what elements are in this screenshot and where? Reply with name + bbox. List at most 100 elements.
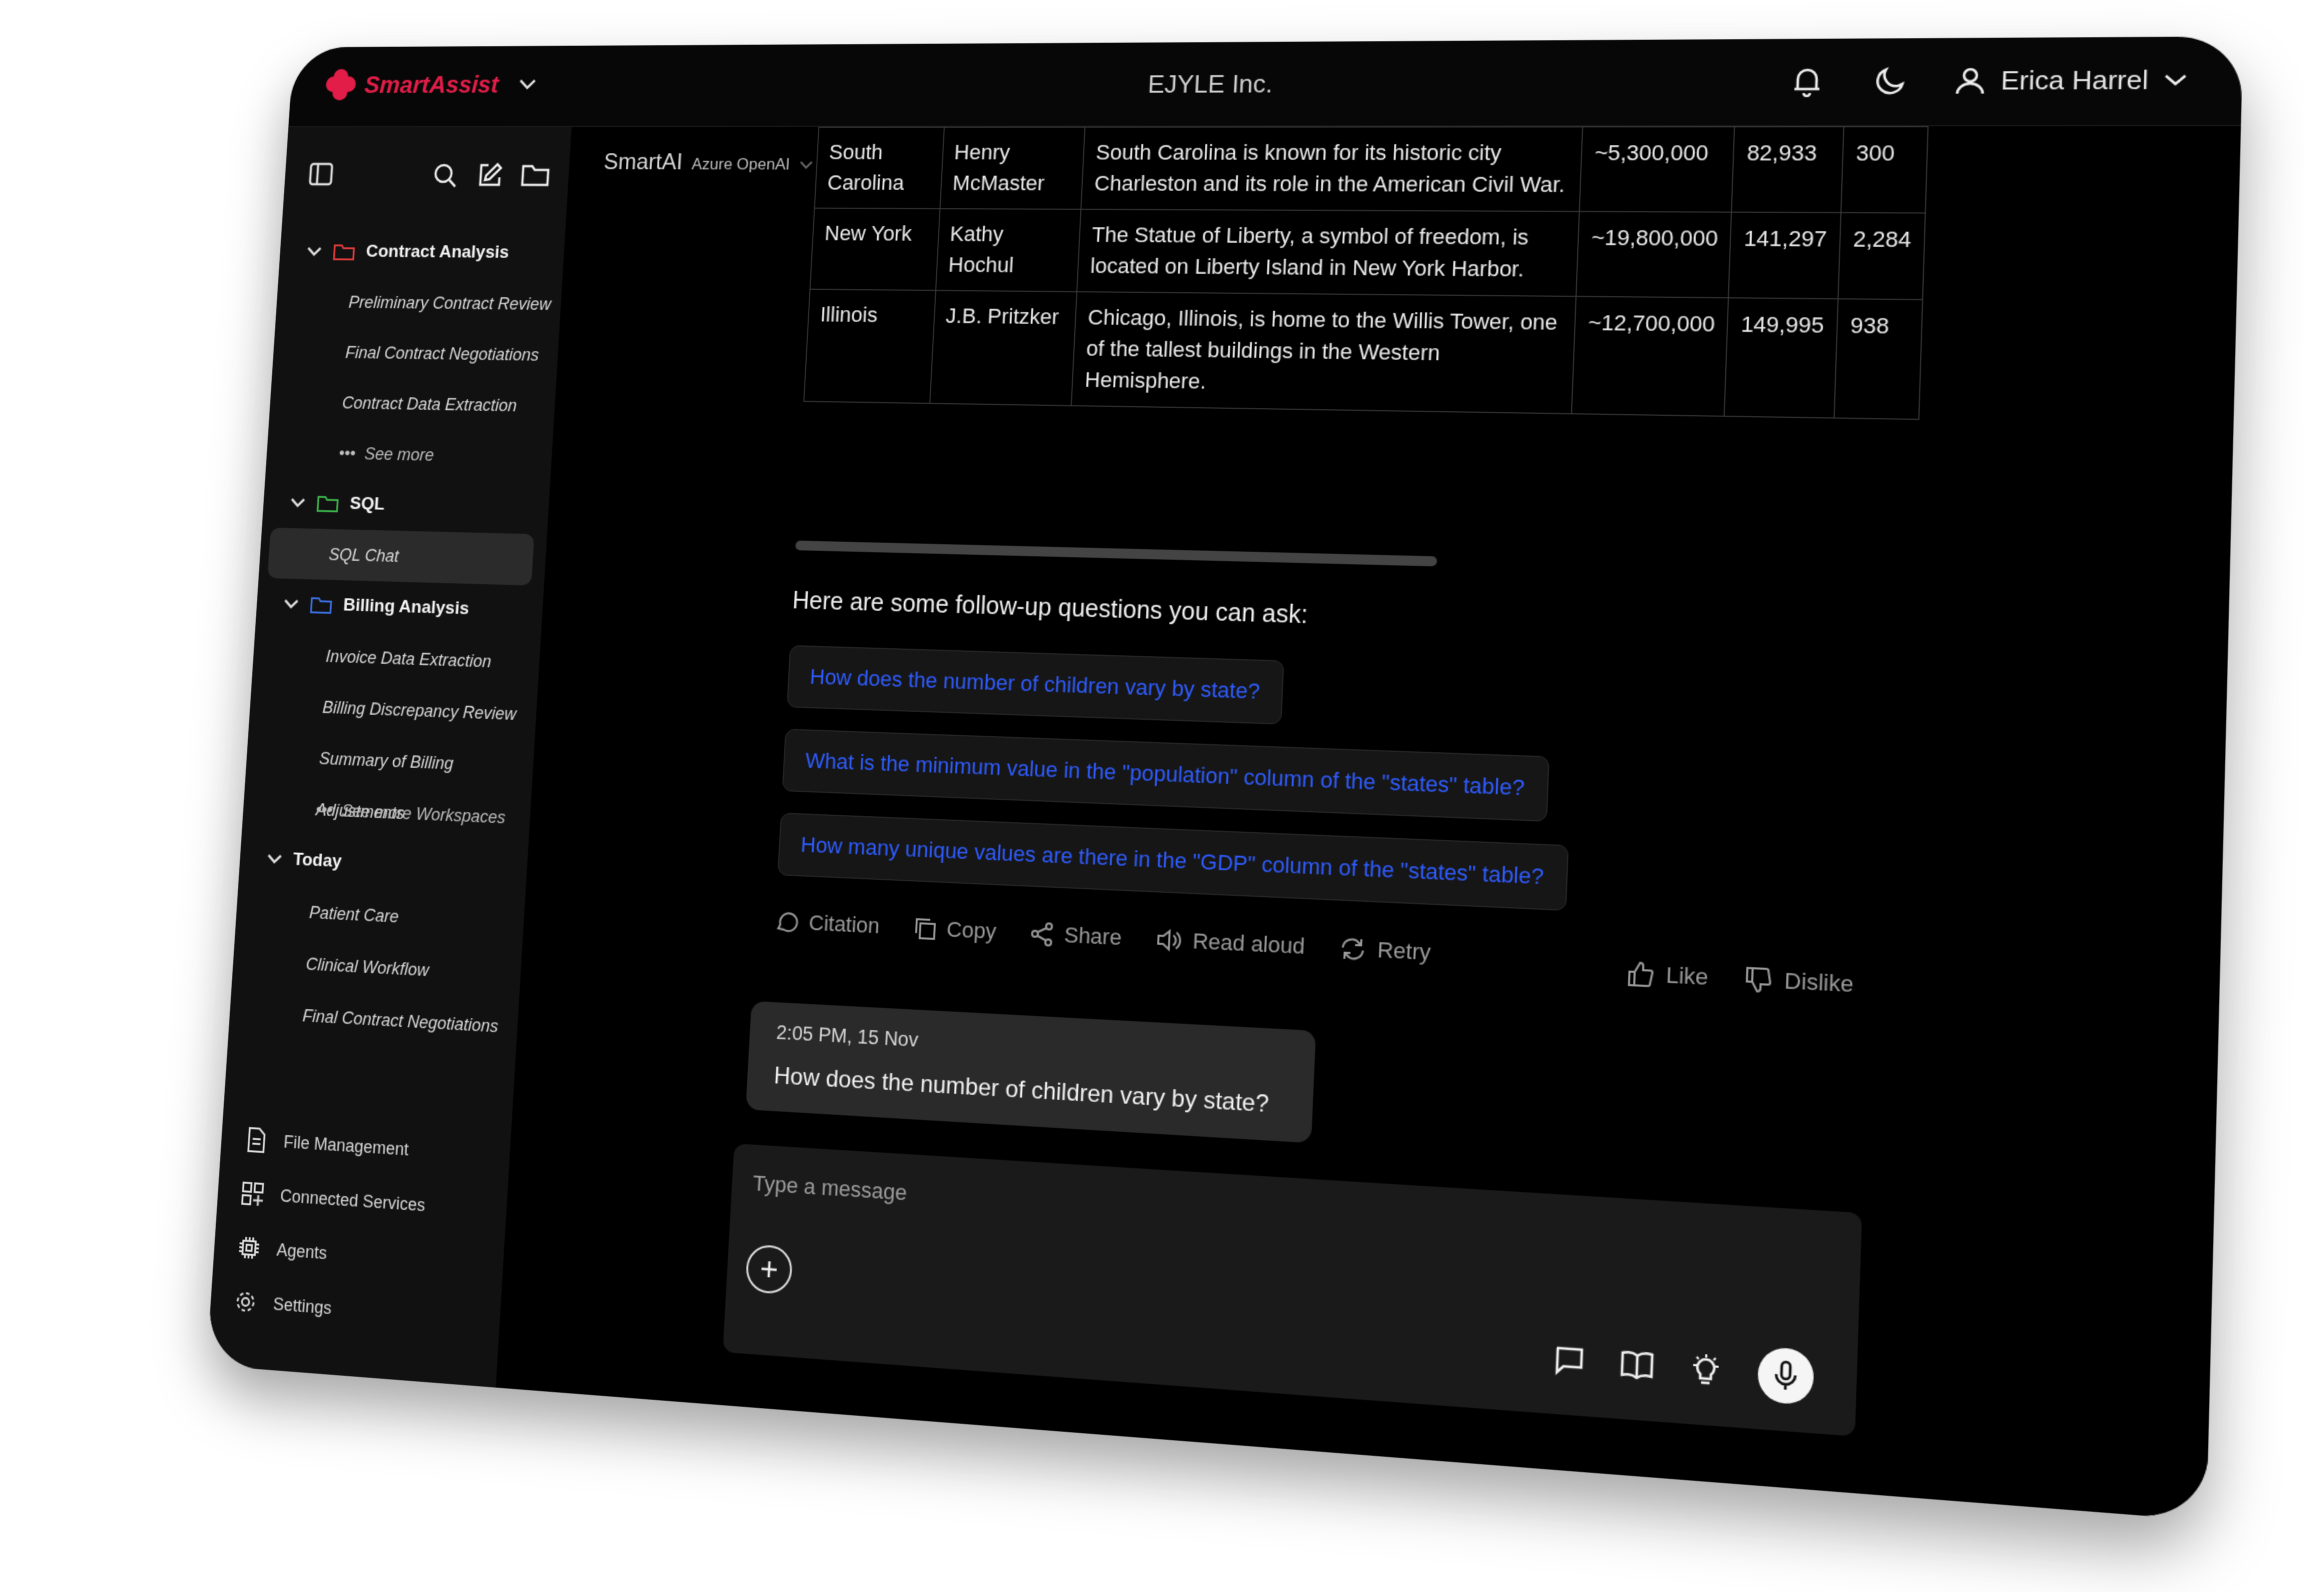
folder-icon[interactable] (519, 161, 551, 191)
book-icon[interactable] (1620, 1348, 1655, 1382)
lightbulb-icon[interactable] (1689, 1352, 1722, 1388)
table-cell: 300 (1841, 127, 1928, 213)
folder-icon (309, 595, 333, 615)
followup-question-1[interactable]: How does the number of children vary by … (787, 645, 1285, 724)
chat-icon[interactable] (1553, 1344, 1586, 1378)
chip-icon (237, 1234, 262, 1261)
app-window: SmartAssist EJYLE Inc. Erica Harrel Cont… (207, 36, 2244, 1520)
feedback-label: Dislike (1784, 968, 1854, 999)
read-aloud-button[interactable]: Read aloud (1154, 926, 1305, 959)
followup-title: Here are some follow-up questions you ca… (792, 587, 1309, 630)
folder-icon (316, 494, 340, 513)
action-label: Share (1064, 922, 1123, 951)
plus-icon (758, 1258, 780, 1281)
sidebar-item-contract-data-extraction[interactable]: Contract Data Extraction (269, 376, 557, 431)
copy-icon (911, 915, 937, 942)
dislike-button[interactable]: Dislike (1744, 965, 1854, 1000)
table-cell: 141,297 (1729, 212, 1841, 299)
citation-button[interactable]: Citation (774, 909, 880, 940)
chevron-down-icon (266, 853, 293, 866)
table-cell: Kathy Hochul (935, 209, 1081, 292)
thumbs-down-icon (1744, 965, 1775, 996)
see-more-link[interactable]: ••• See more (265, 427, 553, 483)
user-icon (1954, 65, 1987, 96)
table-row: Illinois J.B. Pritzker Chicago, Illinois, … (804, 289, 1923, 419)
table-cell: 149,995 (1725, 298, 1838, 418)
user-menu[interactable]: Erica Harrel (1954, 64, 2188, 96)
folder-sql[interactable]: SQL (262, 477, 550, 534)
table-cell: New York (810, 208, 940, 290)
see-more-label: See more (364, 444, 435, 464)
like-button[interactable]: Like (1626, 959, 1709, 992)
share-button[interactable]: Share (1028, 921, 1122, 951)
feedback-label: Like (1665, 962, 1708, 991)
section-label: Today (292, 850, 342, 873)
folder-label: Contract Analysis (365, 242, 509, 264)
retry-icon (1338, 935, 1367, 963)
table-cell: ~19,800,000 (1576, 211, 1731, 297)
chevron-down-icon (2163, 73, 2187, 87)
action-label: Copy (946, 917, 997, 945)
user-message-bubble: 2:05 PM, 15 Nov How does the number of c… (746, 1001, 1316, 1143)
sidebar-item-preliminary-contract-review[interactable]: Preliminary Contract Review (275, 276, 562, 329)
sidebar-item-final-contract-negotiations[interactable]: Final Contract Negotiations (272, 326, 559, 380)
result-table: South Carolina Henry McMaster South Caroli… (803, 126, 1928, 420)
followup-question-2[interactable]: What is the minimum value in the "popula… (782, 729, 1549, 822)
chevron-down-icon (283, 598, 310, 610)
chat-main: SmartAI Azure OpenAI South Carolina Henry… (496, 126, 2241, 1521)
brand-switcher[interactable]: SmartAssist (325, 68, 537, 100)
retry-button[interactable]: Retry (1338, 935, 1431, 966)
table-cell: Henry McMaster (940, 127, 1086, 209)
nav-label: Connected Services (280, 1186, 426, 1216)
share-icon (1028, 921, 1055, 948)
microphone-button[interactable] (1757, 1346, 1815, 1405)
model-name: SmartAI (603, 149, 683, 175)
brand-name: SmartAssist (364, 70, 500, 99)
model-provider: Azure OpenAI (691, 155, 790, 174)
nav-label: File Management (283, 1132, 409, 1160)
speaker-icon (1154, 926, 1183, 953)
message-input[interactable] (750, 1162, 1445, 1249)
table-cell: The Statue of Liberty, a symbol of freed… (1077, 209, 1580, 296)
workspace-list: Contract Analysis Preliminary Contract R… (228, 227, 565, 1054)
edit-icon[interactable] (475, 161, 505, 191)
sidebar-toggle-icon[interactable] (307, 160, 335, 188)
bell-icon[interactable] (1785, 61, 1828, 101)
model-selector[interactable]: SmartAI Azure OpenAI (603, 149, 815, 176)
chevron-down-icon (290, 497, 317, 509)
speech-bubble-icon (774, 909, 800, 936)
folder-contract-analysis[interactable]: Contract Analysis (279, 227, 566, 279)
folder-billing-analysis[interactable]: Billing Analysis (255, 578, 544, 637)
action-label: Read aloud (1192, 928, 1305, 960)
ellipsis-icon: ••• (315, 800, 333, 820)
table-cell: J.B. Pritzker (929, 290, 1077, 405)
ellipsis-icon: ••• (338, 444, 356, 463)
gear-icon (233, 1289, 258, 1316)
folder-label: SQL (349, 494, 385, 515)
sidebar-item-sql-chat[interactable]: SQL Chat (267, 528, 534, 586)
table-cell: 82,933 (1732, 127, 1844, 213)
top-bar: SmartAssist EJYLE Inc. Erica Harrel (288, 36, 2243, 127)
table-cell: ~5,300,000 (1580, 127, 1735, 212)
action-label: Citation (808, 910, 880, 939)
moon-icon[interactable] (1869, 60, 1912, 101)
copy-button[interactable]: Copy (911, 915, 996, 945)
brand-logo-icon (325, 69, 357, 100)
table-cell: South Carolina is known for its historic… (1081, 127, 1583, 212)
chevron-down-icon (518, 78, 537, 91)
table-horizontal-scrollbar[interactable] (795, 541, 1437, 567)
message-feedback: Like Dislike (1626, 959, 1854, 999)
table-cell: 2,284 (1838, 213, 1925, 300)
nav-label: Agents (276, 1240, 328, 1264)
grid-plus-icon (240, 1181, 265, 1208)
add-attachment-button[interactable] (745, 1244, 793, 1295)
folder-label: Billing Analysis (343, 595, 470, 620)
table-cell: ~12,700,000 (1572, 296, 1729, 416)
microphone-icon (1772, 1359, 1799, 1393)
chevron-down-icon (799, 160, 814, 170)
table-cell: 938 (1834, 299, 1923, 420)
folder-icon (332, 243, 356, 262)
search-icon[interactable] (430, 160, 460, 190)
followup-question-3[interactable]: How many unique values are there in the … (777, 813, 1568, 911)
table-row: South Carolina Henry McMaster South Caroli… (814, 127, 1928, 213)
